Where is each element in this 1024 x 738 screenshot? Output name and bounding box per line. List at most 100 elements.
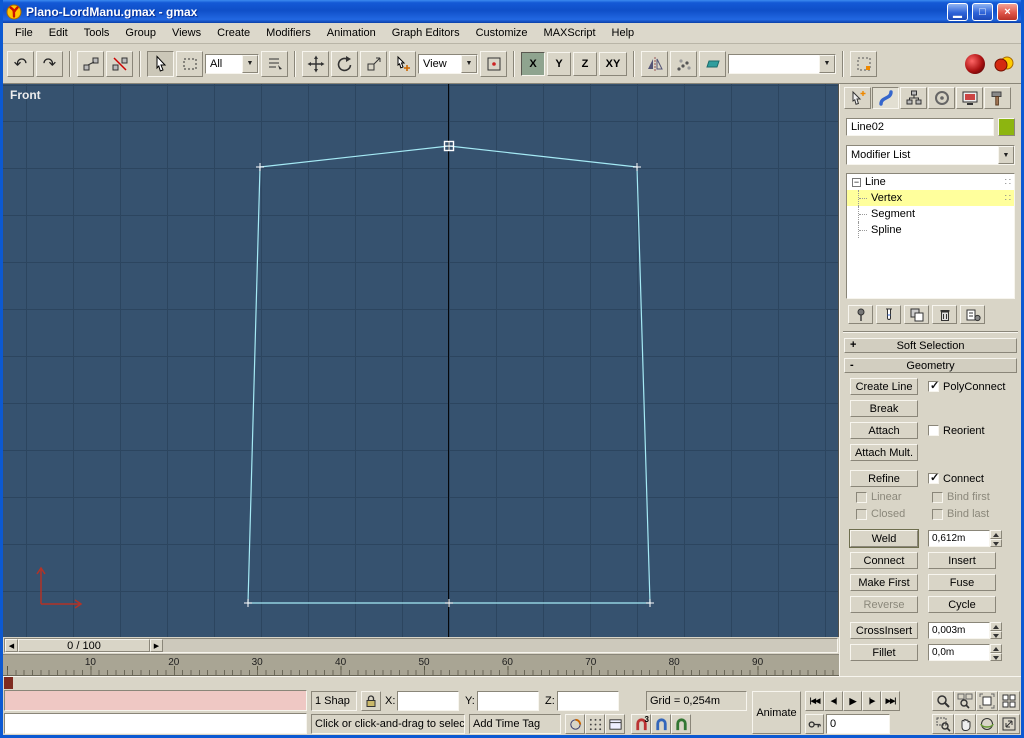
object-color-swatch[interactable] bbox=[998, 118, 1015, 136]
make-unique-button[interactable] bbox=[904, 305, 929, 324]
x-coordinate-field[interactable] bbox=[397, 691, 459, 711]
modifier-list-dropdown[interactable]: Modifier List ▼ bbox=[846, 145, 1015, 165]
scale-button[interactable] bbox=[360, 51, 387, 77]
time-slider-next-button[interactable]: ▶ bbox=[150, 639, 163, 652]
zoom-button[interactable] bbox=[932, 691, 954, 711]
align-button[interactable] bbox=[699, 51, 726, 77]
use-center-button[interactable] bbox=[480, 51, 507, 77]
undo-button[interactable]: ↶ bbox=[7, 51, 34, 77]
insert-button[interactable]: Insert bbox=[928, 552, 996, 569]
configure-modifier-sets-button[interactable] bbox=[960, 305, 985, 324]
add-time-tag[interactable]: Add Time Tag bbox=[469, 714, 561, 734]
menu-create[interactable]: Create bbox=[209, 25, 258, 41]
menu-customize[interactable]: Customize bbox=[468, 25, 536, 41]
crossinsert-button[interactable]: CrossInsert bbox=[850, 622, 918, 639]
tab-create[interactable] bbox=[844, 87, 871, 109]
stack-item-line[interactable]: − Line ∷ bbox=[847, 174, 1014, 190]
named-selection-dropdown[interactable]: ▼ bbox=[728, 54, 836, 74]
create-line-button[interactable]: Create Line bbox=[850, 378, 918, 395]
time-slider-prev-button[interactable]: ◀ bbox=[5, 639, 18, 652]
play-button[interactable]: ▶ bbox=[843, 691, 862, 711]
weld-spinner[interactable]: 0,612m bbox=[928, 530, 1002, 547]
restrict-x-button[interactable]: X bbox=[521, 52, 545, 76]
min-max-toggle-button[interactable] bbox=[998, 714, 1020, 734]
restrict-y-button[interactable]: Y bbox=[547, 52, 571, 76]
menu-help[interactable]: Help bbox=[604, 25, 643, 41]
make-first-button[interactable]: Make First bbox=[850, 574, 918, 591]
connect-checkbox[interactable]: Connect bbox=[928, 473, 984, 485]
break-button[interactable]: Break bbox=[850, 400, 918, 417]
render-button[interactable] bbox=[990, 51, 1017, 77]
selection-lock-button[interactable] bbox=[361, 691, 381, 711]
previous-frame-button[interactable]: ◀| bbox=[824, 691, 843, 711]
zoom-all-button[interactable] bbox=[954, 691, 976, 711]
attach-mult-button[interactable]: Attach Mult. bbox=[850, 444, 918, 461]
fillet-button[interactable]: Fillet bbox=[850, 644, 918, 661]
tab-utilities[interactable] bbox=[984, 87, 1011, 109]
bind-last-checkbox[interactable]: Bind last bbox=[932, 508, 1008, 520]
selection-sets-button[interactable] bbox=[850, 51, 877, 77]
region-zoom-button[interactable] bbox=[932, 714, 954, 734]
select-by-name-button[interactable] bbox=[261, 51, 288, 77]
z-coordinate-field[interactable] bbox=[557, 691, 619, 711]
degradation-override-button[interactable] bbox=[565, 714, 585, 734]
mini-listener-line[interactable] bbox=[4, 713, 307, 734]
reorient-checkbox[interactable]: Reorient bbox=[928, 425, 985, 437]
menu-maxscript[interactable]: MAXScript bbox=[536, 25, 604, 41]
menu-animation[interactable]: Animation bbox=[319, 25, 384, 41]
connect-button[interactable]: Connect bbox=[850, 552, 918, 569]
menu-edit[interactable]: Edit bbox=[41, 25, 76, 41]
rollout-soft-selection[interactable]: + Soft Selection bbox=[844, 338, 1017, 353]
remove-modifier-button[interactable] bbox=[932, 305, 957, 324]
spinner-down-icon[interactable] bbox=[990, 631, 1002, 640]
spinner-down-icon[interactable] bbox=[990, 539, 1002, 548]
spinner-up-icon[interactable] bbox=[990, 530, 1002, 539]
menu-modifiers[interactable]: Modifiers bbox=[258, 25, 319, 41]
crossinsert-spinner[interactable]: 0,003m bbox=[928, 622, 1002, 639]
select-object-button[interactable] bbox=[147, 51, 174, 77]
window-crossing-toggle-button[interactable] bbox=[605, 714, 625, 734]
menu-graph-editors[interactable]: Graph Editors bbox=[384, 25, 468, 41]
weld-value[interactable]: 0,612m bbox=[928, 530, 990, 547]
closed-checkbox[interactable]: Closed bbox=[856, 508, 932, 520]
polyconnect-checkbox[interactable]: PolyConnect bbox=[928, 381, 1005, 393]
cycle-button[interactable]: Cycle bbox=[928, 596, 996, 613]
maximize-button[interactable]: □ bbox=[972, 3, 993, 21]
spline-shape[interactable] bbox=[3, 84, 839, 637]
mirror-button[interactable] bbox=[641, 51, 668, 77]
rollout-geometry[interactable]: - Geometry bbox=[844, 358, 1017, 373]
linear-checkbox[interactable]: Linear bbox=[856, 491, 932, 503]
region-select-button[interactable] bbox=[176, 51, 203, 77]
spinner-down-icon[interactable] bbox=[990, 653, 1002, 662]
pan-button[interactable] bbox=[954, 714, 976, 734]
fuse-button[interactable]: Fuse bbox=[928, 574, 996, 591]
time-slider-track[interactable]: ◀ 0 / 100 ▶ bbox=[4, 638, 838, 653]
weld-button[interactable]: Weld bbox=[850, 530, 918, 547]
time-slider-handle[interactable]: 0 / 100 bbox=[18, 639, 150, 652]
viewport-front[interactable]: Front bbox=[3, 84, 839, 637]
fillet-value[interactable]: 0,0m bbox=[928, 644, 990, 661]
select-and-link-button[interactable] bbox=[77, 51, 104, 77]
material-navigator-button[interactable] bbox=[961, 51, 988, 77]
manipulate-button[interactable] bbox=[389, 51, 416, 77]
coord-system-dropdown[interactable]: View ▼ bbox=[418, 54, 478, 74]
object-name-field[interactable]: Line02 bbox=[846, 118, 994, 136]
title-bar[interactable]: Plano-LordManu.gmax - gmax ▁ □ × bbox=[3, 0, 1021, 23]
go-to-start-button[interactable]: |◀◀ bbox=[805, 691, 824, 711]
time-slider[interactable]: ◀ 0 / 100 ▶ bbox=[3, 637, 839, 655]
menu-views[interactable]: Views bbox=[164, 25, 209, 41]
stack-item-segment[interactable]: Segment bbox=[847, 206, 1014, 222]
track-bar[interactable]: 102030405060708090 bbox=[3, 655, 839, 676]
key-mode-toggle-button[interactable] bbox=[805, 714, 824, 734]
show-end-result-button[interactable] bbox=[876, 305, 901, 324]
stack-item-spline[interactable]: Spline bbox=[847, 222, 1014, 238]
macro-recorder-line[interactable] bbox=[4, 690, 307, 711]
go-to-end-button[interactable]: ▶▶| bbox=[881, 691, 900, 711]
restrict-xy-button[interactable]: XY bbox=[599, 52, 627, 76]
stack-item-vertex[interactable]: Vertex ∷ bbox=[847, 190, 1014, 206]
collapse-icon[interactable]: − bbox=[852, 178, 861, 187]
restrict-z-button[interactable]: Z bbox=[573, 52, 597, 76]
spinner-up-icon[interactable] bbox=[990, 622, 1002, 631]
redo-button[interactable]: ↷ bbox=[36, 51, 63, 77]
unlink-button[interactable] bbox=[106, 51, 133, 77]
